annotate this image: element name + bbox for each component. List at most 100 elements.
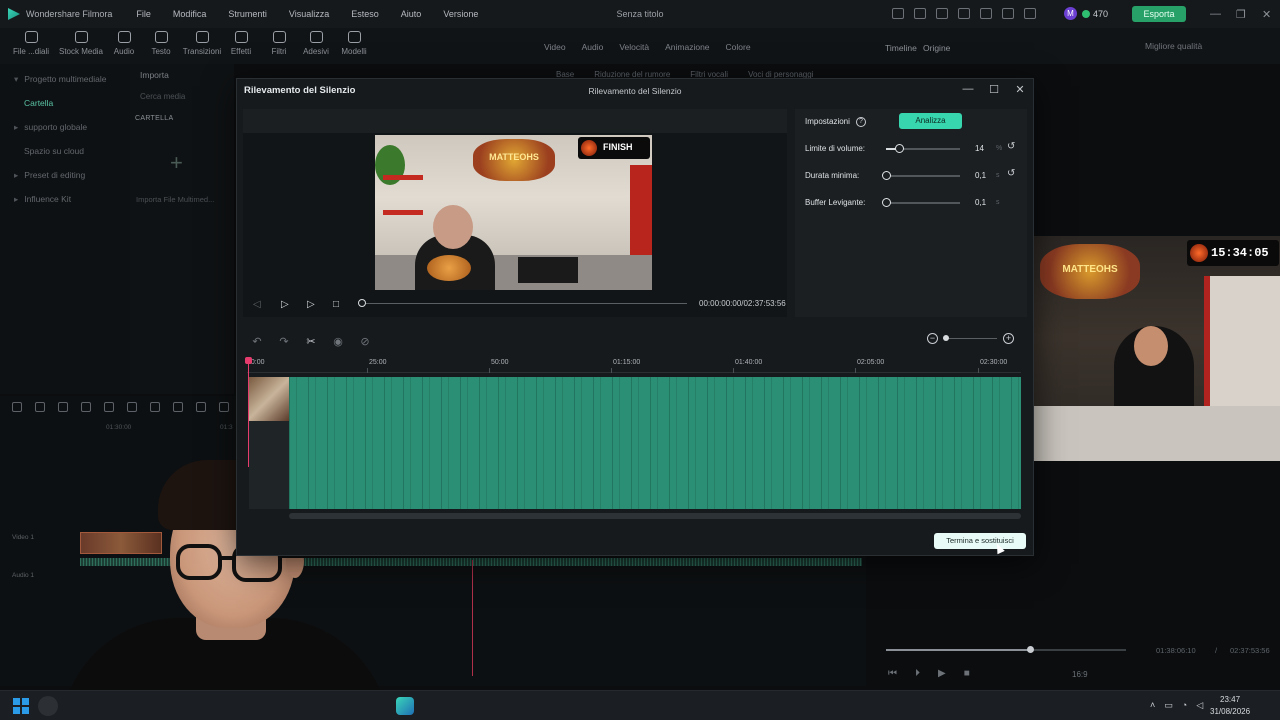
prev-frame-icon[interactable]: ⏮ bbox=[888, 668, 897, 679]
menu-help[interactable]: Aiuto bbox=[401, 9, 422, 19]
preview-progress[interactable] bbox=[886, 646, 1126, 653]
wifi-icon[interactable]: ◔ bbox=[1182, 700, 1187, 711]
select-icon[interactable] bbox=[35, 402, 45, 412]
tab-speed[interactable]: Velocità bbox=[619, 42, 649, 52]
step-icon[interactable]: ⏵ bbox=[915, 668, 920, 679]
slider-knob[interactable] bbox=[882, 171, 891, 180]
zoom-slider[interactable] bbox=[943, 338, 997, 339]
zoom-slider-knob[interactable] bbox=[943, 335, 949, 341]
sidebar-item-project-media[interactable]: ▾ Progetto multimediale bbox=[14, 74, 107, 85]
close-icon[interactable]: ✕ bbox=[1262, 8, 1271, 21]
text-icon[interactable] bbox=[196, 402, 206, 412]
stop-icon[interactable]: □ bbox=[333, 299, 339, 310]
maximize-icon[interactable]: ❐ bbox=[1236, 8, 1246, 21]
gift-icon[interactable] bbox=[892, 8, 904, 19]
timeline-toggle[interactable]: Timeline bbox=[885, 43, 917, 53]
tool-text[interactable]: Testo bbox=[138, 31, 184, 56]
network-icon[interactable]: ▭ bbox=[1164, 700, 1173, 711]
menu-extended[interactable]: Esteso bbox=[351, 9, 379, 19]
monitor-icon[interactable] bbox=[958, 8, 970, 19]
tool-templates[interactable]: Modelli bbox=[331, 31, 377, 56]
smoothing-buffer-slider[interactable] bbox=[882, 198, 960, 207]
play-icon[interactable]: ▷ bbox=[307, 299, 315, 310]
origin-toggle[interactable]: Origine bbox=[923, 43, 950, 53]
undo-icon[interactable] bbox=[58, 402, 68, 412]
quality-select[interactable]: Migliore qualità bbox=[1145, 41, 1202, 51]
windows-start-icon[interactable] bbox=[13, 698, 29, 714]
scissors-icon[interactable]: ✂ bbox=[305, 335, 317, 348]
min-duration-slider[interactable] bbox=[882, 171, 960, 180]
redo-icon[interactable] bbox=[81, 402, 91, 412]
menu-edit[interactable]: Modifica bbox=[173, 9, 207, 19]
reset-icon[interactable]: ↺ bbox=[1007, 141, 1015, 152]
zoom-in-icon[interactable]: + bbox=[1003, 333, 1014, 344]
tool-stock-media[interactable]: Stock Media bbox=[58, 31, 104, 56]
dialog-timeline-scrollbar[interactable] bbox=[289, 513, 1021, 519]
volume-limit-value[interactable]: 14 bbox=[975, 144, 984, 153]
zoom-out-icon[interactable]: − bbox=[927, 333, 938, 344]
preview-progress-knob[interactable] bbox=[1027, 646, 1034, 653]
crop-icon[interactable] bbox=[150, 402, 160, 412]
taskbar-search-icon[interactable] bbox=[38, 696, 58, 716]
menu-tools[interactable]: Strumenti bbox=[228, 9, 267, 19]
minimize-icon[interactable]: — bbox=[1210, 8, 1221, 20]
import-plus-icon[interactable]: + bbox=[170, 150, 183, 176]
undo-icon[interactable]: ↶ bbox=[251, 335, 263, 348]
eye-off-icon[interactable]: ⊘ bbox=[359, 335, 371, 348]
sidebar-item-global[interactable]: ▸ supporto globale bbox=[14, 122, 87, 133]
share-icon[interactable] bbox=[936, 8, 948, 19]
split-icon[interactable] bbox=[127, 402, 137, 412]
play-icon[interactable]: ▶ bbox=[938, 668, 946, 679]
import-dropdown[interactable]: Importa bbox=[140, 70, 169, 80]
support-icon[interactable] bbox=[1002, 8, 1014, 19]
more-icon[interactable] bbox=[219, 402, 229, 412]
tab-color[interactable]: Colore bbox=[726, 42, 751, 52]
eye-icon[interactable]: ◉ bbox=[332, 335, 344, 348]
apps-icon[interactable] bbox=[1024, 8, 1036, 19]
tool-media[interactable]: File ...diali bbox=[8, 31, 54, 56]
finish-replace-button[interactable]: Termina e sostituisci bbox=[934, 533, 1026, 549]
tab-video[interactable]: Video bbox=[544, 42, 566, 52]
tray-chevron-icon[interactable]: ˄ bbox=[1150, 700, 1155, 711]
step-forward-icon[interactable]: ▷ bbox=[281, 299, 289, 310]
taskbar-filmora-icon[interactable] bbox=[396, 697, 414, 715]
dialog-playhead-handle[interactable] bbox=[245, 357, 252, 364]
sidebar-item-influence[interactable]: ▸ Influence Kit bbox=[14, 194, 71, 205]
menu-version[interactable]: Versione bbox=[443, 9, 478, 19]
reset-icon[interactable]: ↺ bbox=[1007, 168, 1015, 179]
sidebar-item-presets[interactable]: ▸ Preset di editing bbox=[14, 170, 85, 181]
analyze-button[interactable]: Analizza bbox=[899, 113, 962, 129]
tab-animation[interactable]: Animazione bbox=[665, 42, 709, 52]
min-duration-value[interactable]: 0,1 bbox=[975, 171, 986, 180]
taskbar-clock[interactable]: 23:47 31/08/2026 bbox=[1210, 694, 1250, 718]
prev-frame-icon[interactable]: ◁ bbox=[253, 299, 261, 310]
preview-player[interactable]: MATTEOHS 15:34:05 bbox=[1034, 236, 1280, 461]
bulb-icon[interactable] bbox=[914, 8, 926, 19]
timeline-playhead[interactable] bbox=[472, 560, 473, 676]
slider-knob[interactable] bbox=[882, 198, 891, 207]
speed-icon[interactable] bbox=[173, 402, 183, 412]
silence-waveform[interactable] bbox=[289, 377, 1021, 509]
sidebar-item-cloud[interactable]: Spazio su cloud bbox=[24, 146, 84, 156]
smoothing-buffer-value[interactable]: 0,1 bbox=[975, 198, 986, 207]
dialog-minimize-icon[interactable]: — bbox=[961, 83, 975, 95]
volume-icon[interactable]: ◁ bbox=[1196, 700, 1203, 711]
volume-limit-slider[interactable] bbox=[886, 144, 960, 153]
dialog-maximize-icon[interactable]: ☐ bbox=[987, 83, 1001, 96]
help-icon[interactable]: ? bbox=[856, 117, 866, 127]
tab-audio[interactable]: Audio bbox=[582, 42, 604, 52]
menu-file[interactable]: File bbox=[136, 9, 151, 19]
menu-view[interactable]: Visualizza bbox=[289, 9, 329, 19]
save-icon[interactable] bbox=[980, 8, 992, 19]
dialog-scrub-track[interactable] bbox=[361, 303, 687, 304]
export-button[interactable]: Esporta bbox=[1132, 6, 1186, 22]
dialog-playhead[interactable] bbox=[248, 357, 249, 467]
stop-icon[interactable]: ■ bbox=[964, 668, 970, 679]
dialog-close-icon[interactable]: ✕ bbox=[1013, 83, 1027, 96]
layout-icon[interactable] bbox=[12, 402, 22, 412]
avatar[interactable]: M bbox=[1064, 7, 1077, 20]
redo-icon[interactable]: ↷ bbox=[278, 335, 290, 348]
media-search-input[interactable]: Cerca media bbox=[140, 92, 185, 101]
aspect-ratio-select[interactable]: 16:9 bbox=[1072, 670, 1088, 679]
credits-badge[interactable]: 470 bbox=[1082, 9, 1108, 19]
